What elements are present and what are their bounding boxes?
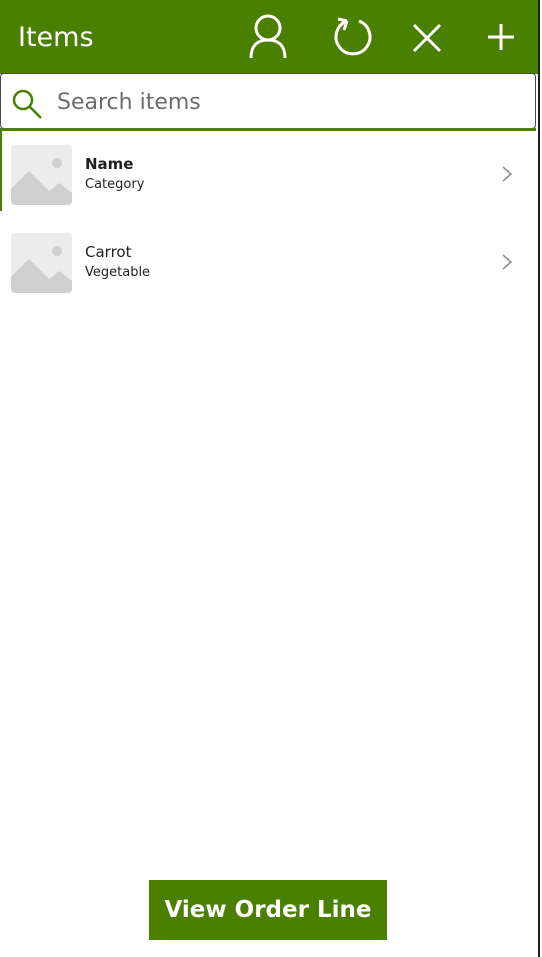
image-placeholder-icon: [11, 233, 72, 293]
chevron-right-icon[interactable]: [500, 251, 514, 273]
items-list: Name Category Carrot Vegetable: [0, 131, 536, 307]
view-order-line-button[interactable]: View Order Line: [149, 880, 387, 940]
refresh-icon[interactable]: [331, 12, 375, 62]
person-icon[interactable]: [246, 12, 290, 62]
list-item[interactable]: Carrot Vegetable: [0, 219, 536, 307]
app-screen: Items Search items Name Category Carrot …: [0, 0, 542, 957]
item-title: Name: [85, 155, 134, 173]
chevron-right-icon[interactable]: [500, 163, 514, 185]
item-subtitle: Category: [85, 177, 145, 192]
search-icon: [11, 88, 45, 122]
item-title: Carrot: [85, 243, 132, 261]
screen-divider: [538, 0, 540, 957]
close-icon[interactable]: [405, 12, 449, 62]
item-subtitle: Vegetable: [85, 265, 151, 280]
page-title: Items: [18, 22, 94, 53]
header-bar: Items: [0, 0, 538, 74]
search-input[interactable]: [53, 82, 531, 122]
search-box[interactable]: [0, 73, 536, 129]
image-placeholder-icon: [11, 145, 72, 205]
add-icon[interactable]: [479, 12, 523, 62]
list-item[interactable]: Name Category: [0, 131, 536, 219]
